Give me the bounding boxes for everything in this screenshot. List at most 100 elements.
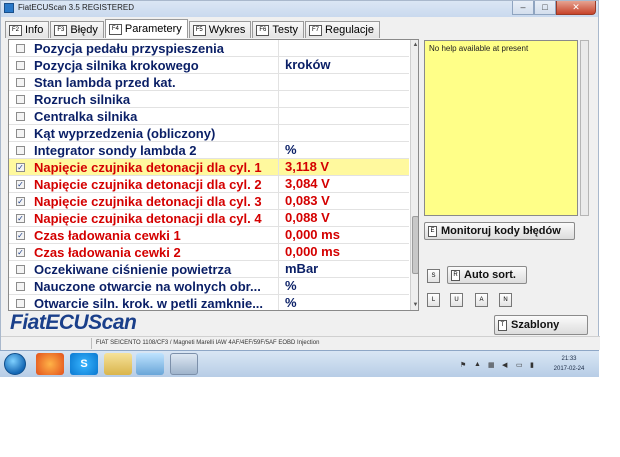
status-text: FIAT SEICENTO 1108/CF3 / Magneti Marelli… [96,340,320,346]
clock[interactable]: 21:33 2017-02-24 [546,354,592,374]
parameter-row[interactable]: ✓ Napięcie czujnika detonacji dla cyl. 4 0… [9,210,409,227]
row-checkbox[interactable] [16,265,25,274]
parameter-name: Nauczone otwarcie na wolnych obr... [34,279,261,294]
parameter-row[interactable]: Pozycja silnika krokowego kroków [9,57,409,74]
tray-arrow-icon[interactable]: ▲ [474,361,481,368]
maximize-button[interactable]: □ [534,1,556,15]
app-window-icon[interactable] [136,353,164,375]
key-badge: F4 [108,23,122,35]
row-checkbox[interactable]: ✓ [16,180,25,189]
app-window: FiatECUScan 3.5 REGISTERED – □ ✕ F2 Info… [0,0,600,350]
scroll-up-icon[interactable]: ▲ [411,40,418,50]
tab-parameters[interactable]: F4 Parametery [104,19,188,38]
key-badge: F6 [256,24,270,36]
row-checkbox[interactable] [16,112,25,121]
a-button[interactable]: A [475,293,488,307]
start-button[interactable] [4,353,26,375]
tab-info[interactable]: F2 Info [5,21,50,38]
row-checkbox[interactable]: ✓ [16,248,25,257]
row-checkbox[interactable] [16,299,25,308]
tab-label: Testy [272,24,299,36]
parameter-row[interactable]: ✓ Napięcie czujnika detonacji dla cyl. 1 3… [9,159,409,176]
firefox-icon[interactable] [36,353,64,375]
help-scrollbar[interactable] [580,40,589,216]
auto-sort-button[interactable]: R Auto sort. [447,266,527,284]
close-button[interactable]: ✕ [556,1,596,15]
parameter-row[interactable]: ✓ Czas ładowania cewki 1 0,000 ms [9,227,409,244]
scroll-thumb[interactable] [412,216,418,274]
tab-chart[interactable]: F5 Wykres [188,21,252,38]
parameter-value: % [278,278,409,295]
parameter-row[interactable]: ✓ Napięcie czujnika detonacji dla cyl. 3 0… [9,193,409,210]
parameter-row[interactable]: Kąt wyprzedzenia (obliczony) [9,125,409,142]
scroll-down-icon[interactable]: ▼ [411,300,418,310]
parameter-value: 0,000 ms [278,227,409,244]
list-scrollbar[interactable]: ▲ ▼ [410,40,418,310]
row-checkbox[interactable] [16,95,25,104]
tab-label: Błędy [70,24,98,36]
u-button[interactable]: U [450,293,463,307]
window-title: FiatECUScan 3.5 REGISTERED [18,3,135,12]
clock-time: 21:33 [561,356,577,362]
parameter-value: 0,088 V [278,210,409,227]
row-checkbox[interactable]: ✓ [16,214,25,223]
n-button[interactable]: N [499,293,512,307]
parameter-name: Stan lambda przed kat. [34,75,176,90]
parameter-name: Integrator sondy lambda 2 [34,143,197,158]
parameter-row[interactable]: Nauczone otwarcie na wolnych obr...% [9,278,409,295]
flag-icon[interactable]: ⚑ [460,361,466,369]
tab-adjustments[interactable]: F7 Regulacje [305,21,380,38]
s-button[interactable]: S [427,269,440,283]
l-button[interactable]: L [427,293,440,307]
row-checkbox[interactable] [16,61,25,70]
row-checkbox[interactable] [16,146,25,155]
tab-bar: F2 Info F3 Błędy F4 Parametery F5 Wykres… [5,19,381,38]
title-bar[interactable]: FiatECUScan 3.5 REGISTERED – □ ✕ [1,1,598,17]
volume-icon[interactable]: ◀ [502,361,507,369]
network-icon[interactable]: ▦ [488,361,495,369]
parameter-value: 0,083 V [278,193,409,210]
row-checkbox[interactable] [16,282,25,291]
skype-icon[interactable]: S [70,353,98,375]
parameter-row[interactable]: Otwarcie siln. krok. w petli zamknie...% [9,295,409,311]
row-checkbox[interactable] [16,44,25,53]
signal-icon[interactable]: ▮ [530,361,534,369]
parameter-row[interactable]: Oczekiwane ciśnienie powietrza mBar [9,261,409,278]
parameter-row[interactable]: Stan lambda przed kat. [9,74,409,91]
tab-errors[interactable]: F3 Błędy [50,21,104,38]
key-badge: E [428,225,437,237]
parameter-value: % [278,295,409,310]
parameter-row[interactable]: Rozruch silnika [9,91,409,108]
tab-label: Parametery [124,23,182,35]
folder-icon[interactable] [104,353,132,375]
brand-logo: FiatECUScan [10,311,137,334]
parameter-row[interactable]: Integrator sondy lambda 2% [9,142,409,159]
parameter-row[interactable]: ✓ Napięcie czujnika detonacji dla cyl. 2 3… [9,176,409,193]
row-checkbox[interactable] [16,129,25,138]
parameter-name: Centralka silnika [34,109,138,124]
key-badge: F7 [309,24,323,36]
row-checkbox[interactable] [16,78,25,87]
tab-label: Regulacje [325,24,374,36]
parameter-name: Oczekiwane ciśnienie powietrza [34,262,232,277]
ecuscan-taskbar-icon[interactable] [170,353,198,375]
battery-icon[interactable]: ▭ [516,361,523,369]
row-checkbox[interactable]: ✓ [16,163,25,172]
parameter-row[interactable]: Centralka silnika [9,108,409,125]
tab-label: Wykres [208,24,246,36]
parameter-name: Napięcie czujnika detonacji dla cyl. 2 [34,177,262,192]
parameter-name: Rozruch silnika [34,92,131,107]
row-checkbox[interactable]: ✓ [16,231,25,240]
parameter-row[interactable]: ✓ Czas ładowania cewki 2 0,000 ms [9,244,409,261]
minimize-button[interactable]: – [512,1,534,15]
parameter-row[interactable]: Pozycja pedału przyspieszenia [9,40,409,57]
templates-button[interactable]: T Szablony [494,315,588,335]
tab-tests[interactable]: F6 Testy [252,21,305,38]
row-checkbox[interactable]: ✓ [16,197,25,206]
parameter-name: Otwarcie siln. krok. w petli zamknie... [34,296,264,311]
parameter-list[interactable]: Pozycja pedału przyspieszenia Pozycja sil… [8,39,419,311]
monitor-errors-button[interactable]: E Monitoruj kody błędów [424,222,575,240]
help-text: No help available at present [429,44,529,53]
parameter-name: Napięcie czujnika detonacji dla cyl. 4 [34,211,262,226]
parameter-value [278,108,409,125]
